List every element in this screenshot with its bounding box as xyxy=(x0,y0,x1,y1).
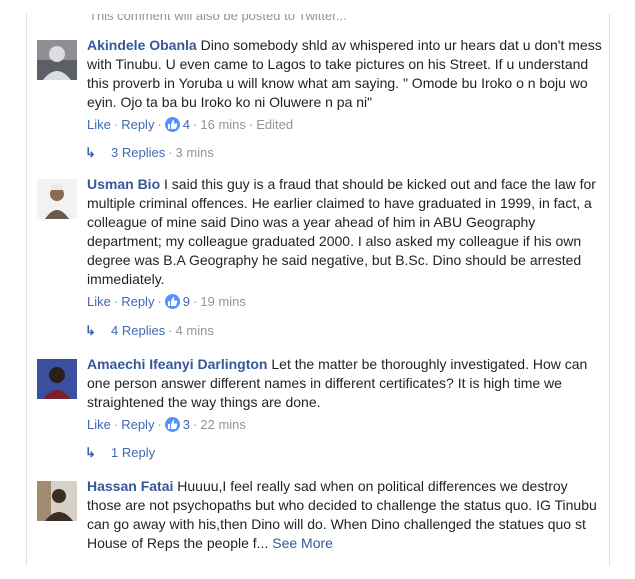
separator-dot: · xyxy=(168,323,173,338)
comment-body: I said this guy is a fraud that should b… xyxy=(87,176,596,287)
replies-timestamp: 3 mins xyxy=(175,145,214,160)
comment-actions: Like · Reply · 9 · 19 mins xyxy=(87,293,603,311)
avatar-image xyxy=(37,40,77,80)
avatar[interactable] xyxy=(37,359,77,399)
reply-link[interactable]: Reply xyxy=(121,294,154,309)
replies-row[interactable]: ↳ 3 Replies · 3 mins xyxy=(85,144,214,162)
separator-dot: · xyxy=(113,417,119,432)
like-link[interactable]: Like xyxy=(87,117,111,132)
comment-text: Amaechi Ifeanyi Darlington Let the matte… xyxy=(87,355,603,412)
comment-author[interactable]: Amaechi Ifeanyi Darlington xyxy=(87,356,267,372)
thumbs-up-icon[interactable] xyxy=(164,417,180,432)
comment-actions: Like · Reply · 4 · 16 mins · Edited xyxy=(87,116,603,134)
avatar[interactable] xyxy=(37,481,77,521)
see-more-link[interactable]: See More xyxy=(272,535,333,551)
separator-dot: · xyxy=(193,117,198,132)
comment-text: Akindele Obanla Dino somebody shld av wh… xyxy=(87,36,603,112)
reply-arrow-icon: ↳ xyxy=(85,445,96,460)
like-count[interactable]: 3 xyxy=(183,417,190,432)
comments-panel: This comment will also be posted to Twit… xyxy=(26,14,610,566)
reply-link[interactable]: Reply xyxy=(121,417,154,432)
separator-dot: · xyxy=(193,417,198,432)
replies-timestamp: 4 mins xyxy=(175,323,214,338)
like-count[interactable]: 4 xyxy=(183,117,190,132)
thumbs-up-icon[interactable] xyxy=(164,117,180,132)
avatar-image xyxy=(37,481,77,521)
cutoff-text: This comment will also be posted to Twit… xyxy=(89,14,347,23)
comment-author[interactable]: Hassan Fatai xyxy=(87,478,173,494)
replies-row[interactable]: ↳ 4 Replies · 4 mins xyxy=(85,322,214,340)
avatar-image xyxy=(37,179,77,219)
separator-dot: · xyxy=(113,294,119,309)
view-replies-link[interactable]: 4 Replies xyxy=(111,323,165,338)
separator-dot: · xyxy=(113,117,119,132)
comment-text: Hassan Fatai Huuuu,I feel really sad whe… xyxy=(87,477,603,553)
separator-dot: · xyxy=(193,294,198,309)
separator-dot: · xyxy=(157,294,162,309)
view-replies-link[interactable]: 1 Reply xyxy=(111,445,155,460)
reply-arrow-icon: ↳ xyxy=(85,145,96,160)
comment-timestamp[interactable]: 22 mins xyxy=(200,417,246,432)
reply-link[interactable]: Reply xyxy=(121,117,154,132)
separator-dot: · xyxy=(168,145,173,160)
separator-dot: · xyxy=(157,417,162,432)
comment-actions: Like · Reply · 3 · 22 mins xyxy=(87,416,603,434)
avatar-image xyxy=(37,359,77,399)
separator-dot: · xyxy=(157,117,162,132)
comment-text: Usman Bio I said this guy is a fraud tha… xyxy=(87,175,603,289)
view-replies-link[interactable]: 3 Replies xyxy=(111,145,165,160)
comment-timestamp[interactable]: 16 mins xyxy=(200,117,246,132)
avatar[interactable] xyxy=(37,40,77,80)
like-link[interactable]: Like xyxy=(87,294,111,309)
like-link[interactable]: Like xyxy=(87,417,111,432)
reply-arrow-icon: ↳ xyxy=(85,323,96,338)
comment-timestamp[interactable]: 19 mins xyxy=(200,294,246,309)
like-count[interactable]: 9 xyxy=(183,294,190,309)
avatar[interactable] xyxy=(37,179,77,219)
thumbs-up-icon[interactable] xyxy=(164,294,180,309)
comment-author[interactable]: Akindele Obanla xyxy=(87,37,197,53)
comment-author[interactable]: Usman Bio xyxy=(87,176,160,192)
separator-dot: · xyxy=(248,117,254,132)
replies-row[interactable]: ↳ 1 Reply xyxy=(85,444,155,462)
edited-label[interactable]: Edited xyxy=(256,117,293,132)
